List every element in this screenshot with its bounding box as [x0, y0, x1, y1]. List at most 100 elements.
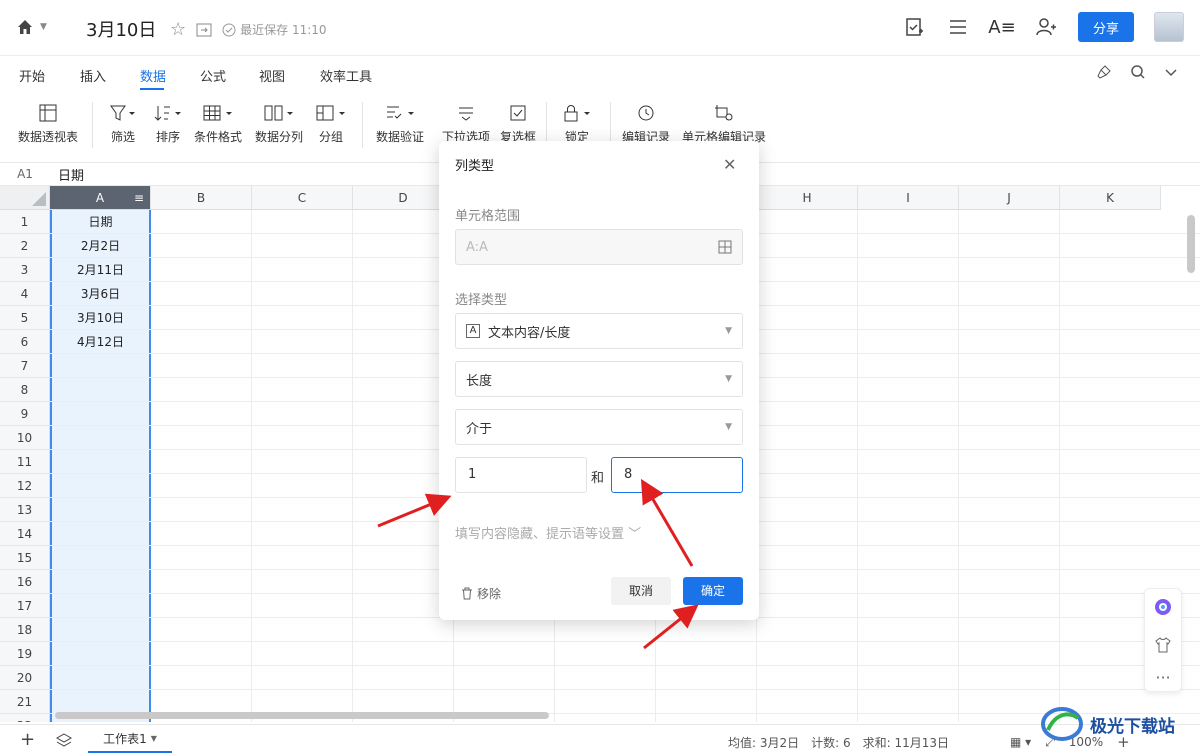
row-header[interactable]: 15	[0, 546, 50, 570]
group-button[interactable]: 分组	[316, 104, 346, 145]
pivot-icon	[39, 104, 57, 122]
tab-efficiency-tools[interactable]: 效率工具	[320, 66, 372, 85]
row-header[interactable]: 2	[0, 234, 50, 258]
row-header[interactable]: 20	[0, 666, 50, 690]
row-header[interactable]: 22	[0, 714, 50, 722]
row-header[interactable]: 16	[0, 570, 50, 594]
checkbox-button[interactable]: 复选框	[500, 104, 536, 145]
add-sheet-icon[interactable]: +	[20, 729, 35, 750]
split-label: 数据分列	[255, 130, 304, 144]
search-icon[interactable]	[1130, 64, 1146, 83]
bottom-bar: + 工作表1 ▼ 均值: 3月2日 计数: 6 求和: 11月13日 ▦ ▾ ⤢…	[0, 724, 1200, 756]
font-style-icon[interactable]: A≡	[988, 15, 1015, 39]
column-header-k[interactable]: K	[1060, 186, 1161, 210]
remove-button[interactable]: 移除	[461, 585, 501, 602]
cell-a5[interactable]: 3月10日	[50, 306, 151, 330]
cell-a1[interactable]: 日期	[50, 210, 151, 234]
row-gridline	[50, 689, 1200, 690]
lock-button[interactable]: 锁定	[562, 104, 592, 145]
share-button[interactable]: 分享	[1078, 12, 1134, 42]
min-length-input[interactable]: 1	[455, 457, 587, 493]
tab-start[interactable]: 开始	[19, 66, 45, 85]
row-header[interactable]: 17	[0, 594, 50, 618]
tab-formula[interactable]: 公式	[200, 66, 226, 85]
row-header[interactable]: 11	[0, 450, 50, 474]
more-settings-toggle[interactable]: 填写内容隐藏、提示语等设置 ﹀	[455, 523, 641, 542]
row-header[interactable]: 12	[0, 474, 50, 498]
cell-reference[interactable]: A1	[0, 167, 50, 181]
aurora-logo-icon	[1041, 707, 1083, 741]
view-mode-icon[interactable]: ▦ ▾	[1010, 735, 1031, 749]
close-icon[interactable]: ✕	[723, 155, 736, 174]
cond-format-label: 条件格式	[194, 130, 243, 144]
add-user-icon[interactable]	[1034, 15, 1058, 39]
split-column-button[interactable]: 数据分列	[255, 104, 303, 145]
row-header[interactable]: 9	[0, 402, 50, 426]
column-header-j[interactable]: J	[959, 186, 1060, 210]
more-options-icon[interactable]: ···	[1155, 670, 1170, 686]
select-all-corner[interactable]	[0, 186, 50, 210]
row-header[interactable]: 19	[0, 642, 50, 666]
dropdown-options-button[interactable]: 下拉选项	[442, 104, 490, 145]
sort-button[interactable]: 排序	[154, 104, 182, 145]
pivot-table-button[interactable]: 数据透视表	[18, 104, 78, 145]
column-header-a[interactable]: ≡ A	[50, 186, 151, 210]
column-type-dialog: 列类型 ✕ 单元格范围 A:A 选择类型 A 文本内容/长度 ▼ 长度 ▼ 介于…	[439, 141, 759, 620]
avatar[interactable]	[1154, 12, 1184, 42]
cancel-button[interactable]: 取消	[611, 577, 671, 605]
column-header-i[interactable]: I	[858, 186, 959, 210]
ai-assistant-icon[interactable]	[1154, 598, 1172, 619]
sheet-tab[interactable]: 工作表1 ▼	[88, 725, 172, 753]
cell-a6[interactable]: 4月12日	[50, 330, 151, 354]
collapse-chevron-icon[interactable]	[1164, 64, 1178, 83]
cell-a4[interactable]: 3月6日	[50, 282, 151, 306]
row-header[interactable]: 4	[0, 282, 50, 306]
cell-edit-history-button[interactable]: 单元格编辑记录	[682, 104, 766, 145]
tab-data[interactable]: 数据	[140, 66, 166, 85]
row-header[interactable]: 14	[0, 522, 50, 546]
vertical-scrollbar[interactable]	[1187, 215, 1195, 273]
condition-select[interactable]: 介于 ▼	[455, 409, 743, 445]
row-header[interactable]: 7	[0, 354, 50, 378]
home-button[interactable]: ▼	[16, 18, 47, 36]
row-header[interactable]: 5	[0, 306, 50, 330]
row-header[interactable]: 18	[0, 618, 50, 642]
column-header-b[interactable]: B	[151, 186, 252, 210]
column-filter-icon[interactable]: ≡	[134, 186, 144, 210]
row-header[interactable]: 8	[0, 378, 50, 402]
length-select[interactable]: 长度 ▼	[455, 361, 743, 397]
row-header[interactable]: 10	[0, 426, 50, 450]
filter-button[interactable]: 筛选	[110, 104, 136, 145]
tab-view[interactable]: 视图	[259, 66, 285, 85]
move-icon[interactable]	[196, 23, 212, 37]
data-validation-button[interactable]: 数据验证	[376, 104, 424, 145]
row-header[interactable]: 21	[0, 690, 50, 714]
row-header[interactable]: 6	[0, 330, 50, 354]
column-header-h[interactable]: H	[757, 186, 858, 210]
max-length-input[interactable]: 8	[611, 457, 743, 493]
formula-content[interactable]: 日期	[50, 165, 84, 184]
confirm-button[interactable]: 确定	[683, 577, 743, 605]
edit-history-button[interactable]: 编辑记录	[622, 104, 670, 145]
range-value: A:A	[466, 239, 488, 255]
doc-check-icon[interactable]	[902, 15, 926, 39]
doc-title[interactable]: 3月10日	[86, 16, 156, 42]
shirt-theme-icon[interactable]	[1154, 637, 1172, 656]
row-header[interactable]: 13	[0, 498, 50, 522]
sheet-tab-label: 工作表1	[103, 731, 147, 746]
tab-insert[interactable]: 插入	[80, 66, 106, 85]
row-header[interactable]: 1	[0, 210, 50, 234]
cell-a3[interactable]: 2月11日	[50, 258, 151, 282]
type-select[interactable]: A 文本内容/长度 ▼	[455, 313, 743, 349]
range-grid-icon[interactable]	[718, 240, 732, 254]
cell-a2[interactable]: 2月2日	[50, 234, 151, 258]
layers-icon[interactable]	[55, 733, 73, 750]
star-icon[interactable]: ☆	[170, 19, 186, 40]
row-header[interactable]: 3	[0, 258, 50, 282]
menu-icon[interactable]	[946, 15, 970, 39]
paint-icon[interactable]	[1096, 64, 1112, 83]
trash-icon	[462, 587, 472, 600]
conditional-format-button[interactable]: 条件格式	[194, 104, 242, 145]
horizontal-scrollbar[interactable]	[55, 712, 549, 719]
column-header-c[interactable]: C	[252, 186, 353, 210]
